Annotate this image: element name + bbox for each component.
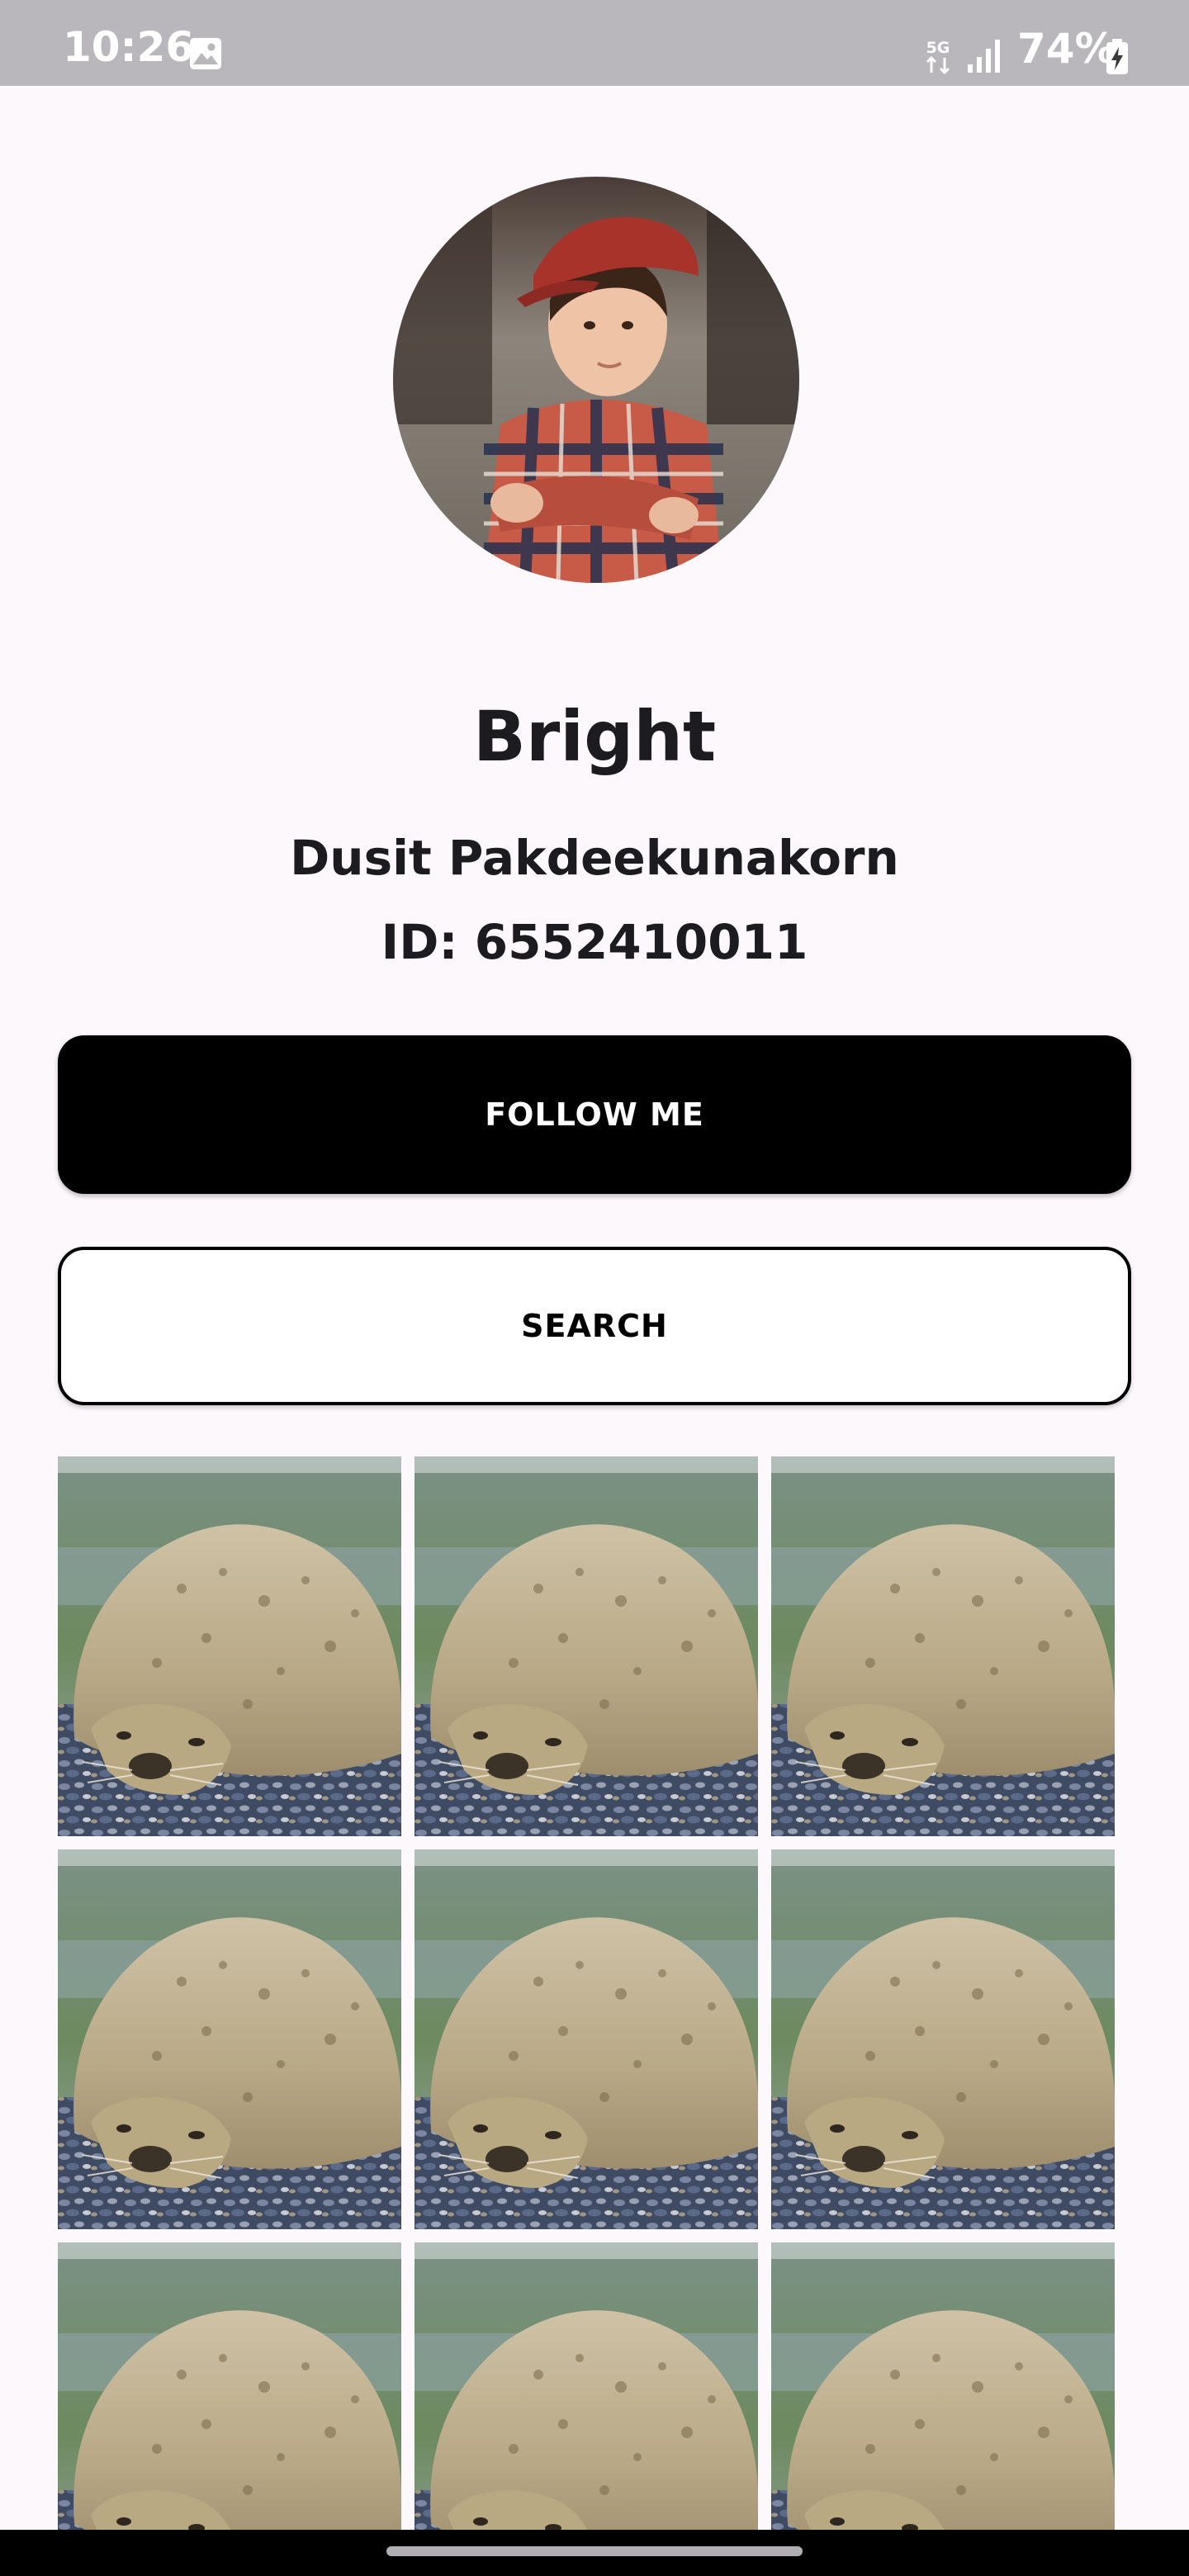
battery-percent: 74%	[1017, 25, 1116, 73]
home-gesture-handle[interactable]	[386, 2546, 803, 2556]
status-bar: 10:26 5G 74%	[0, 0, 1189, 86]
avatar	[393, 177, 799, 583]
profile-full-name: Dusit Pakdeekunakorn	[290, 830, 899, 886]
follow-button[interactable]: FOLLOW ME	[58, 1035, 1131, 1194]
photo-tile[interactable]	[771, 1849, 1115, 2229]
seal-photo	[771, 2242, 1115, 2530]
profile-student-id: ID: 6552410011	[381, 914, 808, 970]
seal-photo	[58, 2242, 401, 2530]
seal-photo	[414, 1456, 758, 1836]
photo-tile[interactable]	[771, 1456, 1115, 1836]
seal-photo	[58, 1456, 401, 1836]
photo-tile[interactable]	[58, 2242, 401, 2530]
seal-photo	[771, 1456, 1115, 1836]
photo-tile[interactable]	[414, 1456, 758, 1836]
photo-tile[interactable]	[58, 1849, 401, 2229]
seal-photo	[771, 1849, 1115, 2229]
signal-icon	[968, 40, 1000, 73]
seal-photo	[414, 2242, 758, 2530]
profile-nickname: Bright	[472, 696, 717, 777]
battery-charging-icon	[1106, 39, 1128, 74]
network-5g-icon: 5G	[926, 39, 950, 75]
photo-tile[interactable]	[414, 2242, 758, 2530]
search-button[interactable]: SEARCH	[58, 1247, 1131, 1405]
navigation-bar	[0, 2530, 1189, 2576]
photo-tile[interactable]	[771, 2242, 1115, 2530]
avatar-photo	[393, 177, 799, 583]
photo-grid	[58, 1456, 1115, 2530]
gallery-icon	[190, 38, 221, 69]
network-type: 5G	[926, 39, 950, 57]
photo-tile[interactable]	[58, 1456, 401, 1836]
seal-photo	[58, 1849, 401, 2229]
status-time: 10:26	[63, 23, 195, 71]
photo-tile[interactable]	[414, 1849, 758, 2229]
seal-photo	[414, 1849, 758, 2229]
